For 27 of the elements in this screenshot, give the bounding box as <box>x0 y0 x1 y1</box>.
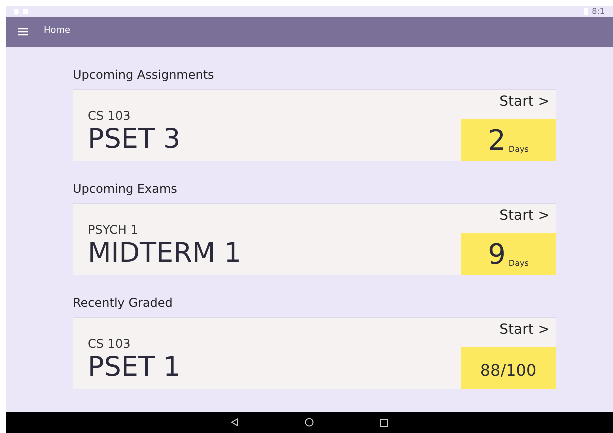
grade-score: 88/100 <box>480 360 537 382</box>
status-time: 8:1 <box>592 8 605 16</box>
days-label: Days <box>508 258 529 270</box>
start-link[interactable]: Start > <box>500 205 556 227</box>
course-name: CS 103 <box>88 109 132 123</box>
start-link[interactable]: Start > <box>500 91 556 113</box>
assignment-card[interactable]: CS 103 PSET 3 Start > 2 Days <box>73 89 556 161</box>
assignment-title: MIDTERM 1 <box>88 237 242 271</box>
days-count: 2 <box>488 126 506 156</box>
days-label: Days <box>508 144 529 156</box>
section-heading: Upcoming Exams <box>73 181 178 198</box>
recents-icon[interactable] <box>380 418 388 426</box>
assignment-card[interactable]: PSYCH 1 MIDTERM 1 Start > 9 Days <box>73 203 556 275</box>
section-heading: Upcoming Assignments <box>73 67 216 84</box>
days-count: 9 <box>488 240 506 270</box>
assignment-title: PSET 3 <box>88 123 181 157</box>
menu-icon[interactable] <box>18 28 28 36</box>
back-icon[interactable] <box>231 418 239 427</box>
section-heading: Recently Graded <box>73 295 174 312</box>
course-name: CS 103 <box>88 337 132 351</box>
assignment-card[interactable]: CS 103 PSET 1 Start > 88/100 <box>73 317 556 389</box>
app-bar-title: Home <box>44 25 71 38</box>
start-link[interactable]: Start > <box>500 319 556 341</box>
course-name: PSYCH 1 <box>88 223 140 237</box>
battery-icon <box>584 8 588 15</box>
assignment-title: PSET 1 <box>88 351 181 385</box>
home-icon[interactable] <box>305 418 314 427</box>
